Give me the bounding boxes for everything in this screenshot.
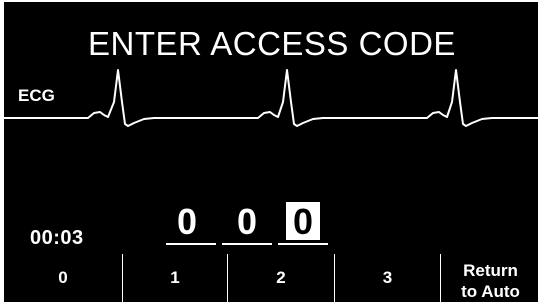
return-to-auto-label: Return to Auto — [461, 254, 520, 302]
return-label-line2: to Auto — [461, 282, 520, 301]
softkey-label: 2 — [276, 268, 286, 287]
access-code-digit-2: 0 — [222, 202, 272, 242]
softkey-1[interactable]: 1 — [123, 254, 227, 302]
softkey-divider — [334, 254, 335, 302]
digit-value: 0 — [236, 201, 258, 242]
screen-title: ENTER ACCESS CODE — [88, 25, 456, 62]
softkey-3[interactable]: 3 — [335, 254, 440, 302]
softkey-label: 0 — [58, 268, 68, 287]
softkey-label: 1 — [170, 268, 180, 287]
softkey-divider — [227, 254, 228, 302]
digit-underline — [222, 243, 272, 245]
digit-value-selected: 0 — [286, 202, 320, 242]
return-to-auto-button[interactable]: Return to Auto — [441, 254, 540, 302]
softkey-0[interactable]: 0 — [4, 254, 122, 302]
access-code-digit-3-active[interactable]: 0 — [278, 202, 328, 242]
softkey-divider — [122, 254, 123, 302]
digit-value: 0 — [176, 201, 198, 242]
softkey-2[interactable]: 2 — [228, 254, 334, 302]
digit-underline — [278, 243, 328, 245]
softkey-bar: 0 1 2 3 Return to Auto — [4, 254, 540, 302]
device-screen: ENTER ACCESS CODE ECG 00:03 0 0 0 0 1 2 … — [0, 0, 540, 302]
softkey-label: 3 — [382, 268, 393, 287]
digit-underline — [166, 243, 216, 245]
return-label-line1: Return — [463, 261, 518, 280]
softkey-divider — [440, 254, 441, 302]
ecg-waveform — [4, 69, 540, 127]
access-code-digit-1: 0 — [162, 202, 212, 242]
elapsed-timer: 00:03 — [30, 227, 84, 249]
